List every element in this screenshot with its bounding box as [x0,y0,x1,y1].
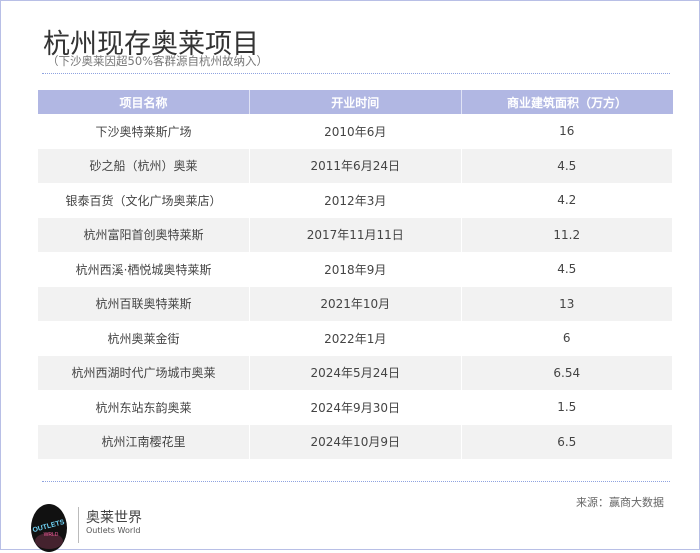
outlets-world-logo: OUTLETS WRLD [31,504,67,552]
table-row: 杭州百联奥特莱斯 2021年10月 13 [38,286,673,321]
cell-date: 2024年10月9日 [249,424,462,459]
cell-date: 2010年6月 [249,114,462,149]
table-row: 杭州江南樱花里 2024年10月9日 6.5 [38,424,673,459]
cell-name: 下沙奥特莱斯广场 [38,114,250,149]
cell-area: 4.5 [461,252,673,287]
cell-area: 6.5 [461,424,673,459]
cell-name: 杭州东站东韵奥莱 [38,390,250,425]
cell-name: 杭州百联奥特莱斯 [38,286,250,321]
cell-area: 4.2 [461,183,673,218]
cell-area: 6 [461,321,673,356]
cell-name: 杭州奥莱金街 [38,321,250,356]
outlet-table: 项目名称 开业时间 商业建筑面积（万方） 下沙奥特莱斯广场 2010年6月 16 砂之… [38,90,673,459]
cell-date: 2022年1月 [249,321,462,356]
table-row: 砂之船（杭州）奥莱 2011年6月24日 4.5 [38,148,673,183]
table-row: 杭州富阳首创奥特莱斯 2017年11月11日 11.2 [38,217,673,252]
brand-name: 奥莱世界 [86,510,142,526]
cell-name: 砂之船（杭州）奥莱 [38,148,250,183]
cell-area: 4.5 [461,148,673,183]
cell-date: 2017年11月11日 [249,217,462,252]
cell-date: 2024年9月30日 [249,390,462,425]
cell-area: 16 [461,114,673,149]
divider-top [42,73,670,74]
brand-name-en: Outlets World [86,526,141,535]
cell-date: 2011年6月24日 [249,148,462,183]
cell-name: 银泰百货（文化广场奥莱店） [38,183,250,218]
divider-bottom [42,481,670,482]
table-row: 银泰百货（文化广场奥莱店） 2012年3月 4.2 [38,183,673,218]
table-row: 杭州西溪·栖悦城奥特莱斯 2018年9月 4.5 [38,252,673,287]
cell-name: 杭州西湖时代广场城市奥莱 [38,355,250,390]
table-row: 杭州东站东韵奥莱 2024年9月30日 1.5 [38,390,673,425]
cell-name: 杭州江南樱花里 [38,424,250,459]
cell-area: 13 [461,286,673,321]
table-row: 下沙奥特莱斯广场 2010年6月 16 [38,114,673,149]
page-subtitle: （下沙奥莱因超50%客群源自杭州故纳入） [47,54,269,68]
cell-date: 2024年5月24日 [249,355,462,390]
cell-name: 杭州富阳首创奥特莱斯 [38,217,250,252]
logo-divider [78,507,79,543]
cell-name: 杭州西溪·栖悦城奥特莱斯 [38,252,250,287]
cell-date: 2018年9月 [249,252,462,287]
cell-area: 11.2 [461,217,673,252]
table-row: 杭州西湖时代广场城市奥莱 2024年5月24日 6.54 [38,355,673,390]
cell-date: 2012年3月 [249,183,462,218]
header-date: 开业时间 [249,90,462,114]
cell-date: 2021年10月 [249,286,462,321]
header-area: 商业建筑面积（万方） [461,90,673,114]
source-note: 来源：赢商大数据 [576,496,664,509]
cell-area: 6.54 [461,355,673,390]
header-name: 项目名称 [38,90,250,114]
svg-text:WRLD: WRLD [44,532,59,538]
table-row: 杭州奥莱金街 2022年1月 6 [38,321,673,356]
cell-area: 1.5 [461,390,673,425]
